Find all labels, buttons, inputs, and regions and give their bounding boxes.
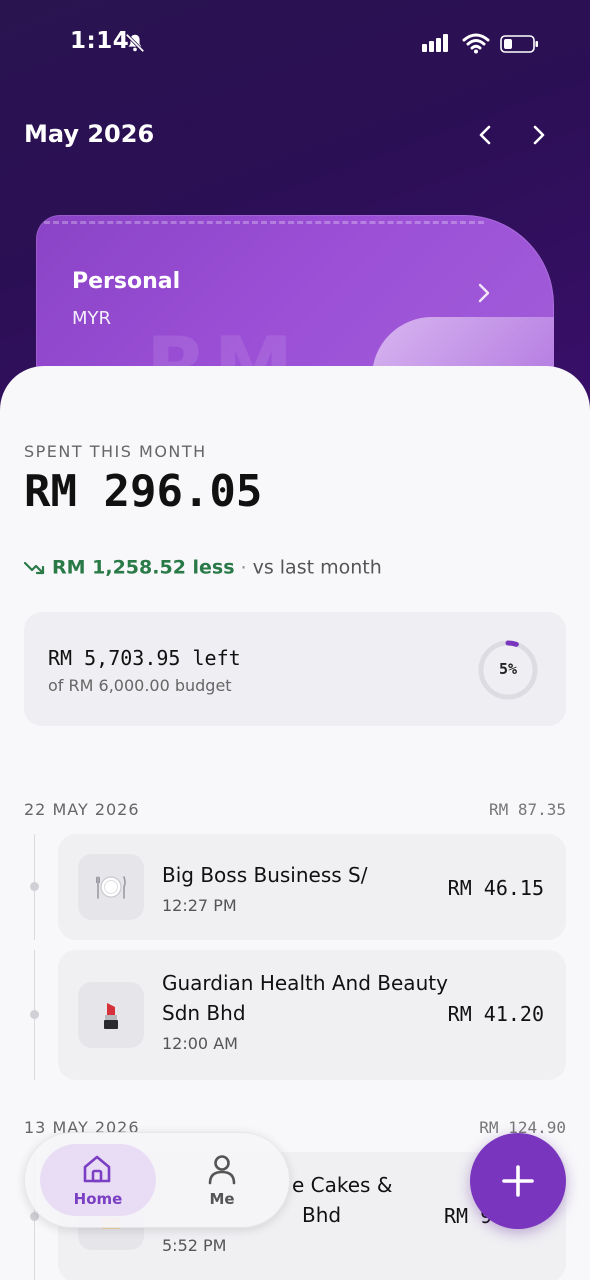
status-time: 1:14 [70, 28, 130, 54]
account-name: Personal [72, 269, 181, 294]
budget-percent: 5% [498, 660, 518, 678]
transaction-icon-tile [78, 854, 144, 920]
transaction-time: 12:27 PM [162, 896, 237, 915]
chevron-left-icon[interactable] [470, 120, 500, 150]
transaction-item[interactable]: Big Boss Business S/ 12:27 PM RM 46.15 [58, 834, 566, 940]
transaction-amount: RM 41.20 [447, 1002, 544, 1026]
transaction-item[interactable]: Guardian Health And Beauty Sdn Bhd 12:00… [58, 950, 566, 1080]
day-date: 22 MAY 2026 [24, 800, 140, 819]
budget-card[interactable]: RM 5,703.95 left of RM 6,000.00 budget 5… [24, 612, 566, 726]
timeline-dot [30, 1010, 39, 1019]
transaction-time: 5:52 PM [162, 1236, 227, 1255]
plate-cutlery-icon [96, 876, 126, 899]
wifi-icon [462, 33, 490, 54]
trend-amount: RM 1,258.52 less [52, 556, 235, 579]
timeline-dot [30, 882, 39, 891]
battery-icon [500, 35, 538, 53]
transaction-time: 12:00 AM [162, 1034, 238, 1053]
plus-icon [502, 1165, 534, 1197]
budget-left: RM 5,703.95 left [48, 646, 241, 670]
card-dashed-border [44, 221, 484, 224]
spent-amount: RM 296.05 [24, 466, 263, 517]
trend-comparison: RM 1,258.52 less · vs last month [24, 556, 382, 579]
home-icon [83, 1155, 111, 1183]
trend-suffix: vs last month [252, 556, 382, 579]
transaction-amount: RM 46.15 [447, 876, 544, 900]
transaction-name: Big Boss Business S/ [162, 863, 368, 887]
spent-label: SPENT THIS MONTH [24, 442, 207, 461]
day-total: RM 87.35 [488, 800, 566, 819]
budget-total: of RM 6,000.00 budget [48, 676, 232, 695]
person-icon [208, 1155, 236, 1185]
chevron-right-icon [478, 283, 490, 303]
bell-muted-icon [125, 33, 145, 53]
nav-home[interactable]: Home [40, 1144, 156, 1216]
lipstick-icon [104, 1003, 118, 1029]
nav-me-label: Me [209, 1190, 235, 1208]
transaction-icon-tile [78, 982, 144, 1048]
cellular-signal-icon [422, 34, 448, 52]
month-title: May 2026 [24, 120, 155, 148]
chevron-right-icon[interactable] [524, 120, 554, 150]
nav-me[interactable]: Me [186, 1144, 258, 1216]
trend-separator: · [240, 556, 247, 579]
transaction-name: Guardian Health And Beauty Sdn Bhd [162, 971, 448, 1025]
account-currency: MYR [72, 308, 112, 329]
bottom-nav: Home Me [24, 1132, 290, 1228]
add-transaction-button[interactable] [470, 1133, 566, 1229]
trend-down-icon [24, 561, 45, 574]
nav-home-label: Home [73, 1190, 123, 1208]
status-bar: 1:14 [0, 0, 590, 90]
